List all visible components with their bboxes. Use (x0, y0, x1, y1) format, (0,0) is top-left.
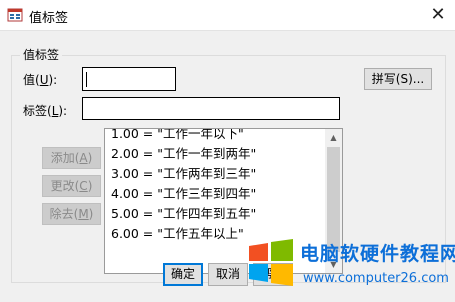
value-label-suffix: ): (48, 73, 58, 87)
title-bar: 值标签 ✕ (0, 0, 455, 30)
list-item[interactable]: 6.00 = "工作五年以上" (111, 223, 244, 242)
add-button[interactable]: 添加(A) (42, 147, 101, 169)
add-button-text: 添加( (50, 151, 80, 165)
scroll-up-arrow-icon[interactable]: ▲ (325, 129, 342, 146)
watermark-title: 电脑软硬件教程网 (300, 243, 455, 265)
remove-button-key: M (78, 207, 89, 221)
window-title: 值标签 (29, 11, 69, 26)
remove-button-text: 除去( (49, 207, 79, 221)
list-item[interactable]: 2.00 = "工作一年到两年" (111, 143, 256, 162)
watermark: 电脑软硬件教程网 www.computer26.com (246, 235, 455, 301)
text-caret (86, 72, 87, 87)
close-icon[interactable]: ✕ (425, 2, 451, 28)
windows-logo-icon (249, 239, 293, 286)
change-button[interactable]: 更改(C) (42, 175, 101, 197)
value-label: 值(U): (23, 71, 57, 88)
list-item[interactable]: 3.00 = "工作两年到三年" (111, 163, 256, 182)
list-item[interactable]: 5.00 = "工作四年到五年" (111, 203, 256, 222)
label-label-suffix: ): (58, 104, 68, 118)
label-label-text: 标签( (23, 104, 52, 118)
remove-button[interactable]: 除去(M) (42, 203, 101, 225)
spelling-button[interactable]: 拼写(S)... (364, 68, 432, 90)
list-item[interactable]: 4.00 = "工作三年到四年" (111, 183, 256, 202)
ok-button[interactable]: 确定 (163, 263, 203, 286)
group-title: 值标签 (20, 46, 63, 63)
label-label: 标签(L): (23, 102, 67, 119)
cancel-button[interactable]: 取消 (208, 263, 248, 286)
value-label-text: 值( (23, 73, 40, 87)
add-button-key: A (79, 151, 88, 165)
change-button-text: 更改( (50, 179, 80, 193)
list-item[interactable]: 1.00 = "工作一年以下" (111, 129, 244, 142)
label-input[interactable] (82, 97, 340, 120)
value-labels-icon (7, 8, 23, 22)
change-button-key: C (79, 179, 88, 193)
value-input[interactable] (82, 67, 176, 91)
watermark-url: www.computer26.com (303, 271, 449, 286)
